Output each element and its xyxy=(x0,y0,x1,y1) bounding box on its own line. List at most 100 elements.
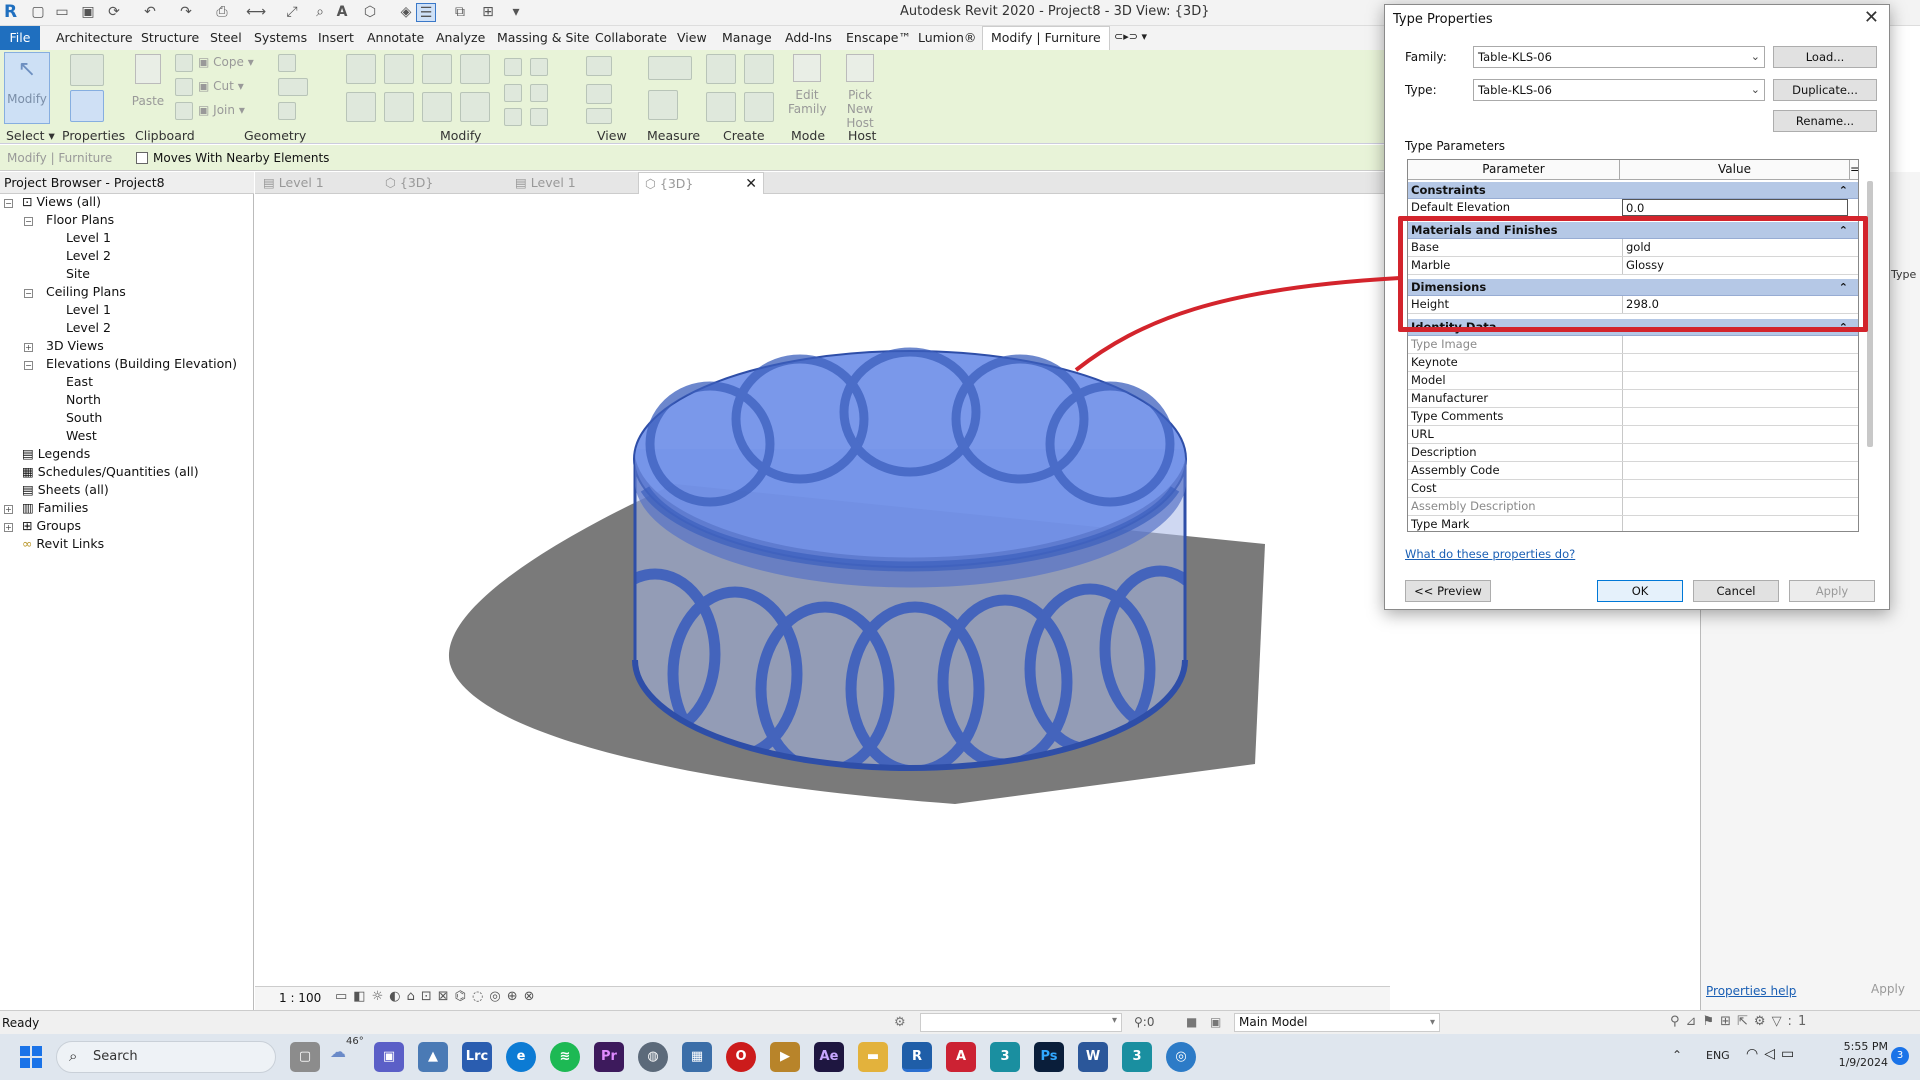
hide-in-view-icon[interactable] xyxy=(586,56,612,76)
tab-enscape[interactable]: Enscape™ xyxy=(846,30,911,45)
array-icon[interactable] xyxy=(530,58,548,76)
expand-families-icon[interactable]: + xyxy=(4,505,13,514)
pin-icon[interactable] xyxy=(530,84,548,102)
tree-ceiling-plans[interactable]: Ceiling Plans xyxy=(46,284,126,299)
open-icon[interactable]: ▢ xyxy=(28,3,48,22)
3dsmax-icon-b[interactable]: 3 xyxy=(1122,1042,1152,1072)
dimension-icon[interactable] xyxy=(648,56,692,80)
paste-button[interactable]: Paste xyxy=(130,52,166,124)
tree-views-all[interactable]: ⊡ Views (all) xyxy=(22,194,101,209)
collapse-group-icon[interactable]: ⌃ xyxy=(1839,319,1848,336)
close-hidden-icon[interactable]: ⧉ xyxy=(450,3,470,22)
mirror-axis-icon[interactable] xyxy=(422,54,452,84)
undo-icon[interactable]: ↶ xyxy=(140,3,160,22)
tab-steel[interactable]: Steel xyxy=(210,30,242,45)
tray-chevron-icon[interactable]: ⌃ xyxy=(1672,1048,1682,1062)
edit-family-button[interactable]: Edit Family xyxy=(784,52,830,124)
moves-with-nearby-checkbox[interactable] xyxy=(136,152,148,164)
tree-south[interactable]: South xyxy=(66,410,102,425)
group-materials-finishes[interactable]: Materials and Finishes ⌃ xyxy=(1408,222,1858,239)
filter-count[interactable]: ⚲:0 xyxy=(1134,1015,1154,1029)
default-elevation-input[interactable]: 0.0 xyxy=(1622,199,1848,216)
tab-modify-furniture[interactable]: Modify | Furniture xyxy=(982,26,1110,50)
scale-icon[interactable] xyxy=(504,84,522,102)
tree-3d-views[interactable]: 3D Views xyxy=(46,338,104,353)
premiere-icon[interactable]: Pr xyxy=(594,1042,624,1072)
ok-button[interactable]: OK xyxy=(1597,580,1683,602)
editable-only-icon[interactable]: ■ xyxy=(1186,1015,1197,1029)
network-globe-icon[interactable]: ◎ xyxy=(1166,1042,1196,1072)
paint-icon[interactable] xyxy=(278,78,308,96)
group-dimensions[interactable]: Dimensions ⌃ xyxy=(1408,279,1858,296)
linework-icon[interactable] xyxy=(586,108,612,124)
pick-new-host-button[interactable]: Pick New Host xyxy=(834,52,886,130)
opera-icon[interactable]: O xyxy=(726,1042,756,1072)
match-type-icon[interactable] xyxy=(175,102,193,120)
modify-button[interactable]: ↖ Modify xyxy=(4,52,50,124)
help-link[interactable]: What do these properties do? xyxy=(1405,547,1575,561)
language-indicator[interactable]: ENG xyxy=(1706,1049,1730,1062)
thin-lines-icon[interactable]: ☰ xyxy=(416,3,436,22)
unpin-icon[interactable] xyxy=(504,108,522,126)
marble-material-value[interactable]: Glossy xyxy=(1622,257,1848,274)
move-icon[interactable] xyxy=(346,92,376,122)
tag-icon[interactable]: ⌕ xyxy=(310,3,330,22)
properties-icon[interactable] xyxy=(70,54,104,86)
expand-3d-views-icon[interactable]: + xyxy=(24,343,33,352)
tab-annotate[interactable]: Annotate xyxy=(367,30,424,45)
save-icon[interactable]: ▣ xyxy=(78,3,98,22)
mirror-draw-icon[interactable] xyxy=(460,54,490,84)
delete-icon[interactable] xyxy=(530,108,548,126)
create-parts-icon[interactable] xyxy=(744,54,774,84)
teams-icon[interactable]: ▣ xyxy=(374,1042,404,1072)
windows-start-icon[interactable] xyxy=(20,1046,42,1068)
taskbar-search[interactable]: ⌕ Search xyxy=(56,1041,276,1073)
calculator-icon[interactable]: ▦ xyxy=(682,1042,712,1072)
tree-fp-level2[interactable]: Level 2 xyxy=(66,248,111,263)
duplicate-button[interactable]: Duplicate... xyxy=(1773,79,1877,101)
revit-taskbar-icon[interactable]: R xyxy=(902,1042,932,1072)
tab-analyze[interactable]: Analyze xyxy=(436,30,485,45)
notification-badge[interactable]: 3 xyxy=(1891,1047,1909,1065)
tab-file[interactable]: File xyxy=(0,26,40,50)
tab-lumion[interactable]: Lumion® xyxy=(918,30,976,45)
load-button[interactable]: Load... xyxy=(1773,46,1877,68)
view-control-icons[interactable]: ▭◧☼◐⌂⊡⊠⌬◌◎⊕⊗ xyxy=(335,989,541,1004)
after-effects-icon[interactable]: Ae xyxy=(814,1042,844,1072)
app-globe-icon[interactable]: ◍ xyxy=(638,1042,668,1072)
folder-icon[interactable]: ▭ xyxy=(52,3,72,22)
type-select[interactable]: Table-KLS-06 ⌄ xyxy=(1473,79,1765,101)
text-icon[interactable]: A xyxy=(332,3,352,22)
tree-groups[interactable]: ⊞ Groups xyxy=(22,518,81,533)
select-panel-label[interactable]: Select ▾ xyxy=(6,128,55,143)
copy-icon[interactable] xyxy=(384,92,414,122)
media-player-icon[interactable]: ▶ xyxy=(770,1042,800,1072)
close-icon[interactable]: ✕ xyxy=(1864,8,1879,28)
cut-clipboard-icon[interactable] xyxy=(175,54,193,72)
word-icon[interactable]: W xyxy=(1078,1042,1108,1072)
workset-dropdown[interactable]: ▾ xyxy=(920,1013,1122,1032)
3d-view-icon[interactable]: ⬡ xyxy=(360,3,380,22)
tab-systems[interactable]: Systems xyxy=(254,30,307,45)
tree-east[interactable]: East xyxy=(66,374,93,389)
split-face-icon[interactable] xyxy=(278,54,296,72)
override-graphics-icon[interactable] xyxy=(586,84,612,104)
revit-logo-icon[interactable]: R xyxy=(4,3,22,22)
tab-collaborate[interactable]: Collaborate xyxy=(595,30,667,45)
join-button[interactable]: ▣ Join ▾ xyxy=(198,103,245,117)
family-select[interactable]: Table-KLS-06 ⌄ xyxy=(1473,46,1765,68)
edge-icon[interactable]: e xyxy=(506,1042,536,1072)
spotify-icon[interactable]: ≋ xyxy=(550,1042,580,1072)
view-tab-3d-active[interactable]: ⬡ {3D} ✕ xyxy=(638,172,764,194)
collapse-group-icon[interactable]: ⌃ xyxy=(1839,222,1848,239)
collapse-views-icon[interactable]: − xyxy=(4,199,13,208)
tree-north[interactable]: North xyxy=(66,392,101,407)
tree-sheets[interactable]: ▤ Sheets (all) xyxy=(22,482,109,497)
base-material-value[interactable]: gold xyxy=(1622,239,1848,256)
design-options-icon[interactable]: ▣ xyxy=(1210,1015,1221,1029)
copy-clipboard-icon[interactable] xyxy=(175,78,193,96)
measure-icon[interactable]: ⟷ xyxy=(246,3,266,22)
tree-cp-level2[interactable]: Level 2 xyxy=(66,320,111,335)
model-dropdown[interactable]: Main Model ▾ xyxy=(1234,1013,1440,1032)
tree-west[interactable]: West xyxy=(66,428,97,443)
